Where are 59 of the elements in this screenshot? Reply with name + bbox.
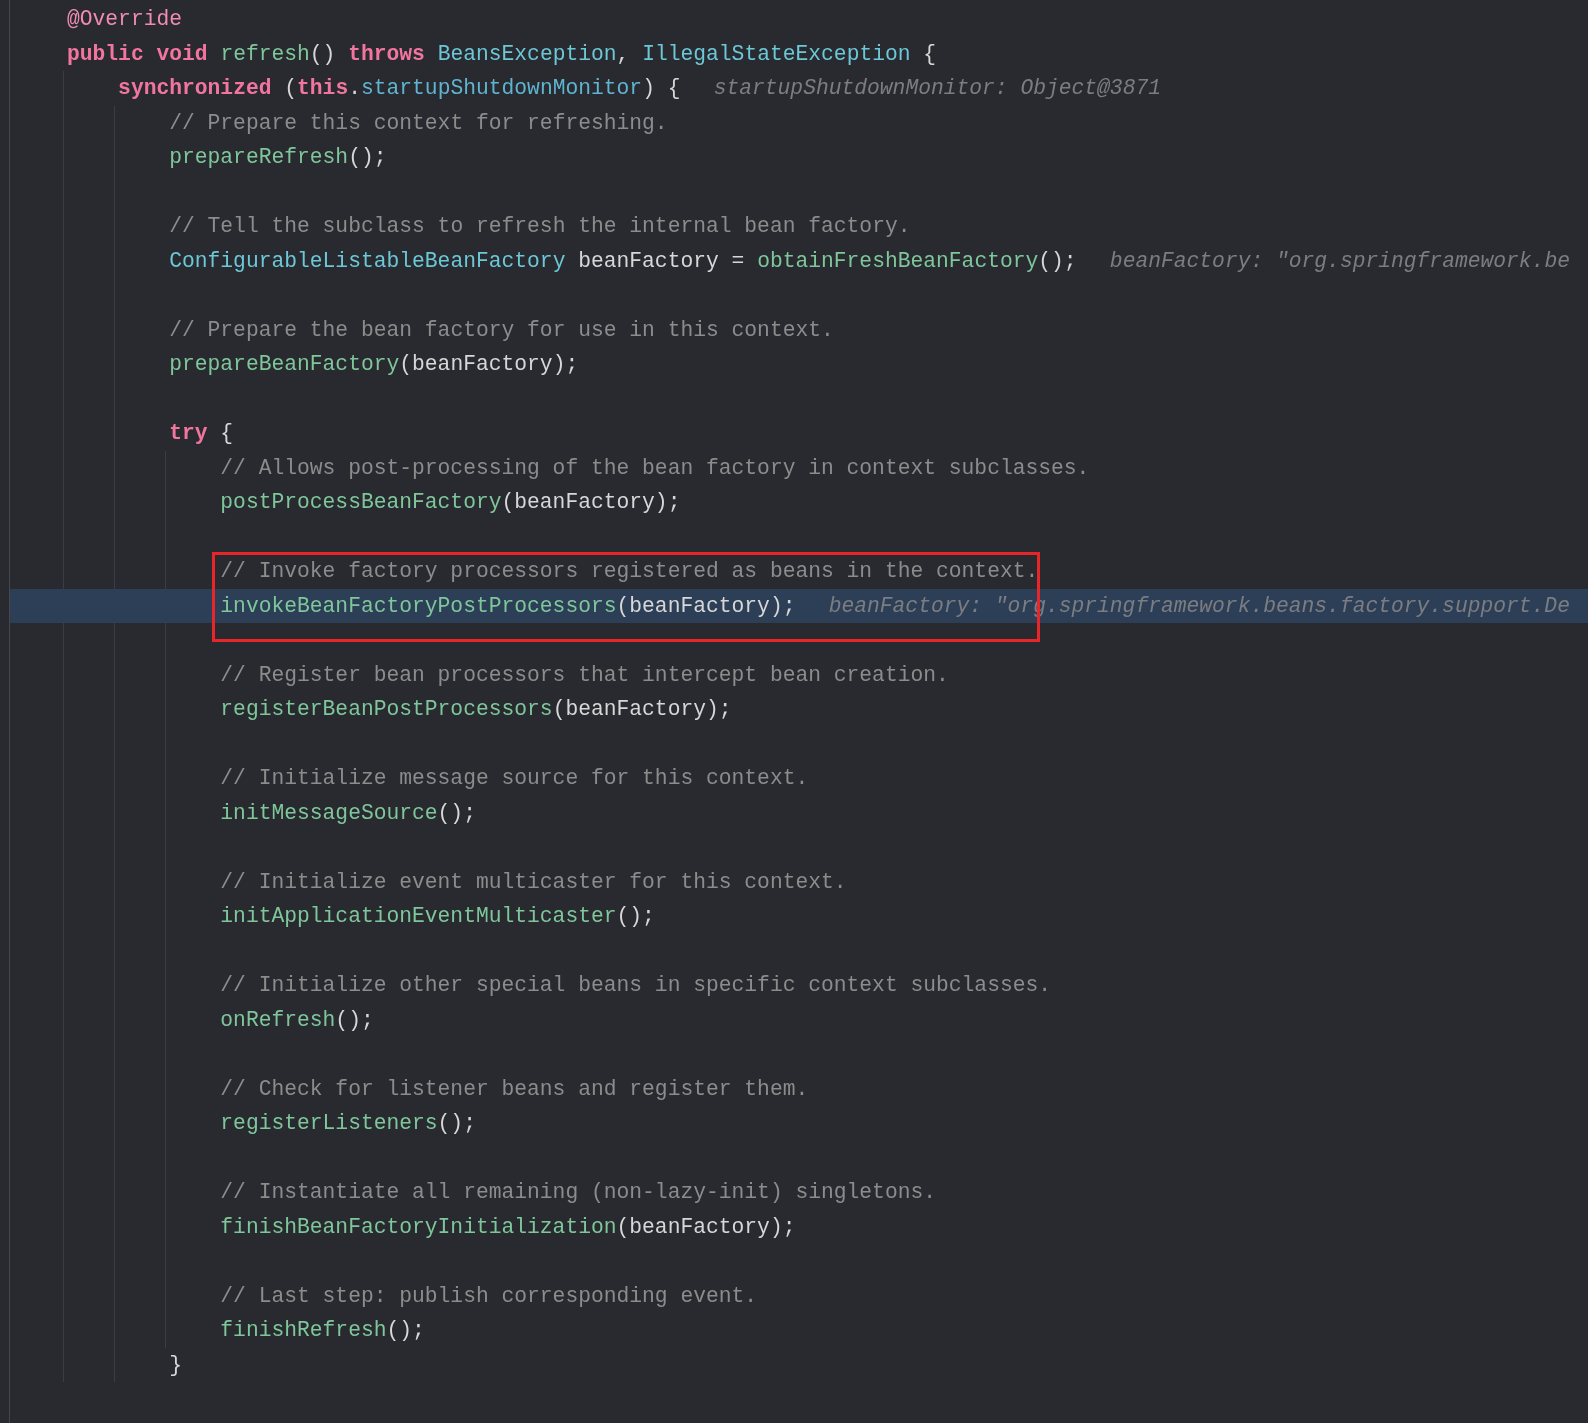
code-text: (	[283, 76, 298, 100]
code-comment: // Last step: publish corresponding event.	[220, 1283, 758, 1308]
code-text: }	[169, 1352, 182, 1377]
method-name: registerListeners	[220, 1111, 438, 1135]
keyword-token: synchronized	[118, 76, 272, 100]
code-text: (beanFactory);	[616, 1214, 796, 1239]
code-comment: // Prepare the bean factory for use in this context.	[169, 317, 834, 342]
inline-value-hint: beanFactory: "org.springframework.be	[1109, 248, 1570, 273]
method-name: initMessageSource	[220, 800, 438, 825]
type-name: IllegalStateException	[642, 41, 911, 66]
code-comment: // Instantiate all remaining (non-lazy-init) singletons.	[220, 1180, 937, 1204]
code-text: (beanFactory);	[501, 490, 681, 514]
method-name: invokeBeanFactoryPostProcessors	[220, 593, 617, 618]
method-name: prepareBeanFactory	[169, 352, 400, 376]
code-text: .	[348, 76, 361, 100]
code-comment: // Tell the subclass to refresh the internal bean factory.	[169, 214, 911, 238]
field-name: startupShutdownMonitor	[360, 76, 643, 100]
code-text: ()	[309, 41, 337, 66]
keyword-token: this	[297, 76, 349, 100]
method-name: obtainFreshBeanFactory	[757, 248, 1039, 273]
method-name: initApplicationEventMulticaster	[220, 904, 617, 928]
code-text: {	[219, 421, 234, 445]
method-name: prepareRefresh	[169, 145, 349, 169]
code-text: ();	[386, 1318, 425, 1342]
code-text: ,	[616, 41, 631, 66]
code-comment: // Register bean processors that intercept bean creation.	[220, 662, 949, 687]
code-text: ) {	[642, 76, 681, 100]
code-text: (beanFactory);	[399, 352, 579, 376]
method-name: postProcessBeanFactory	[220, 490, 502, 514]
code-text: ();	[616, 904, 655, 928]
code-text: ();	[1038, 248, 1077, 273]
code-comment: // Check for listener beans and register them.	[220, 1076, 809, 1101]
code-text: ();	[348, 145, 387, 169]
code-comment: // Initialize event multicaster for this context.	[220, 869, 847, 894]
code-comment: // Invoke factory processors registered as beans in the context.	[220, 559, 1039, 583]
code-comment: // Initialize other special beans in specific context subclasses.	[220, 973, 1052, 997]
code-text: ();	[437, 1111, 476, 1135]
code-comment: // Prepare this context for refreshing.	[169, 110, 668, 135]
method-name: finishBeanFactoryInitialization	[220, 1214, 617, 1239]
keyword-token: try	[169, 421, 208, 445]
keyword-token: throws	[348, 41, 426, 66]
code-text: ();	[437, 800, 476, 825]
code-text: ();	[335, 1007, 374, 1032]
annotation-token: @Override	[67, 7, 183, 31]
keyword-token: void	[156, 41, 209, 66]
code-comment: // Allows post-processing of the bean factory in context subclasses.	[220, 455, 1090, 480]
method-name: registerBeanPostProcessors	[220, 697, 553, 721]
code-text: (beanFactory);	[616, 593, 796, 618]
code-comment: // Initialize message source for this context.	[220, 766, 809, 790]
code-text: (beanFactory);	[552, 697, 732, 721]
code-text: beanFactory =	[577, 248, 746, 273]
inline-value-hint: startupShutdownMonitor: Object@3871	[713, 76, 1161, 100]
type-name: ConfigurableListableBeanFactory	[169, 248, 566, 273]
keyword-token: public	[67, 41, 145, 66]
code-text: {	[922, 41, 937, 66]
method-name: onRefresh	[220, 1007, 336, 1032]
method-name: refresh	[220, 41, 310, 66]
method-name: finishRefresh	[220, 1318, 387, 1342]
type-name: BeansException	[437, 41, 617, 66]
